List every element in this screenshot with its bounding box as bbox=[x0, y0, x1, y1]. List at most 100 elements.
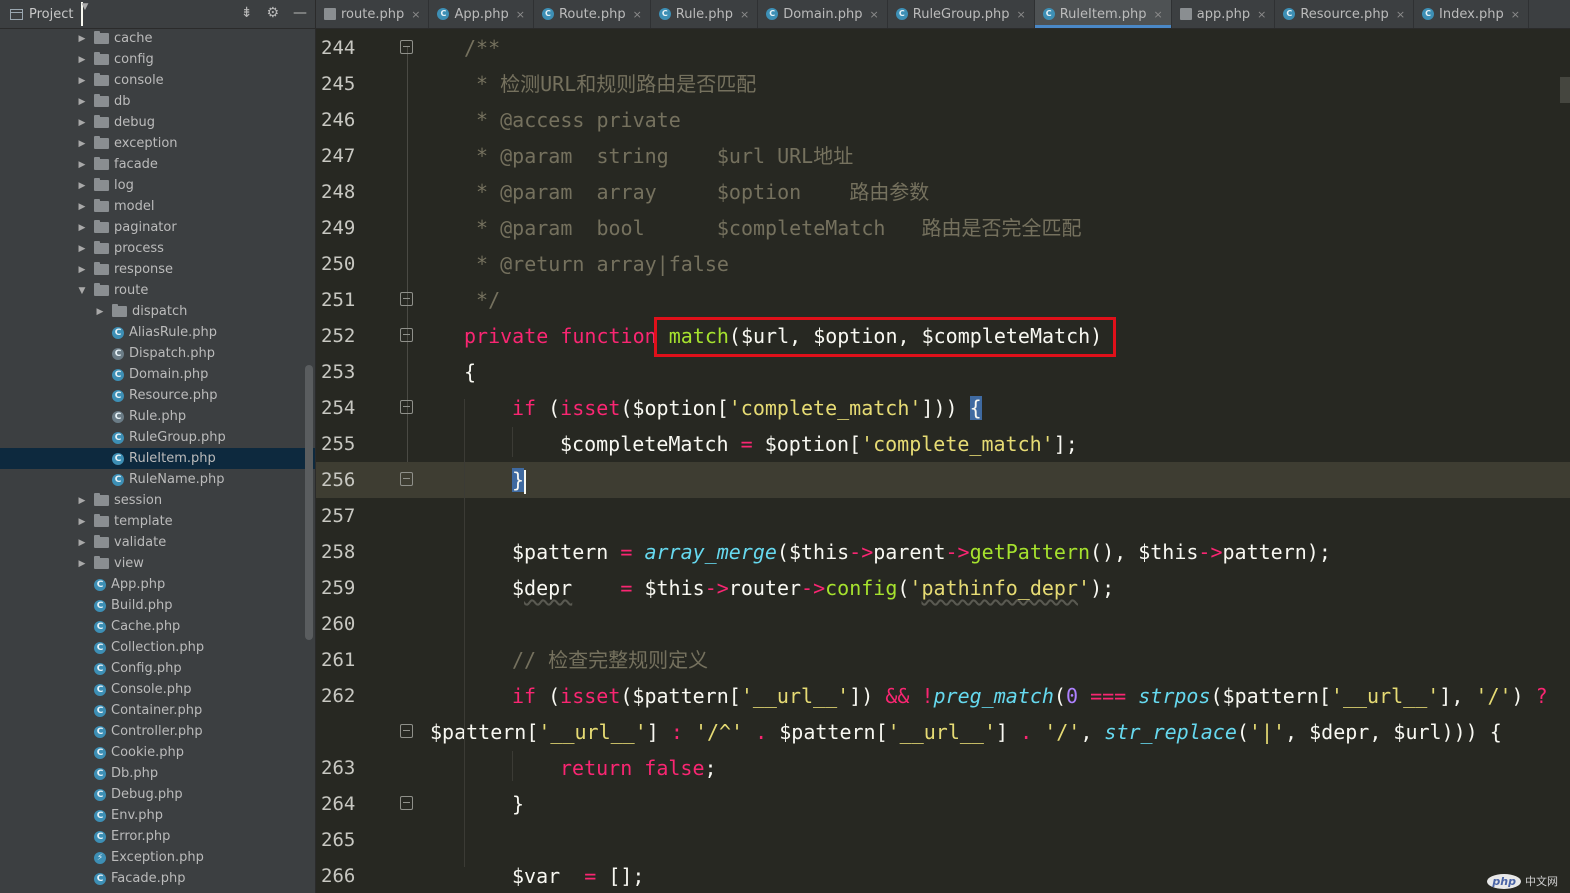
line-number: 245 bbox=[321, 73, 356, 95]
tree-folder[interactable]: ▶ exception bbox=[0, 133, 315, 154]
tab-rulegroup-php[interactable]: C RuleGroup.php × bbox=[888, 0, 1035, 28]
tree-file[interactable]: C Db.php bbox=[0, 763, 315, 784]
tree-folder[interactable]: ▶ log bbox=[0, 175, 315, 196]
tab-route-php[interactable]: C Route.php × bbox=[534, 0, 651, 28]
chevron-right-icon[interactable]: ▶ bbox=[76, 265, 88, 275]
tree-file[interactable]: C Env.php bbox=[0, 805, 315, 826]
fold-marker-icon[interactable] bbox=[400, 724, 413, 738]
tree-folder[interactable]: ▶ paginator bbox=[0, 217, 315, 238]
chevron-right-icon[interactable]: ▶ bbox=[76, 76, 88, 86]
close-icon[interactable]: × bbox=[1017, 8, 1026, 21]
tree-file[interactable]: ⚡ Exception.php bbox=[0, 847, 315, 868]
tree-file[interactable]: C App.php bbox=[0, 574, 315, 595]
chevron-right-icon[interactable]: ▶ bbox=[76, 496, 88, 506]
tab-domain-php[interactable]: C Domain.php × bbox=[758, 0, 888, 28]
tree-file[interactable]: C Dispatch.php bbox=[0, 343, 315, 364]
fold-marker-icon[interactable] bbox=[400, 472, 413, 486]
tree-file[interactable]: C Cookie.php bbox=[0, 742, 315, 763]
tree-file[interactable]: C RuleGroup.php bbox=[0, 427, 315, 448]
fold-marker-icon[interactable] bbox=[400, 292, 413, 306]
tree-file[interactable]: C RuleName.php bbox=[0, 469, 315, 490]
editor-scrollbar[interactable] bbox=[1560, 77, 1570, 103]
tree-file[interactable]: C Config.php bbox=[0, 658, 315, 679]
tree-file[interactable]: C Controller.php bbox=[0, 721, 315, 742]
collapse-all-icon[interactable]: ⇟ bbox=[241, 5, 253, 21]
code-line: 266 $var = []; bbox=[316, 858, 1570, 893]
code-text: $pattern = array_merge($this->parent->ge… bbox=[512, 534, 1331, 570]
code-editor[interactable]: 244/** 245 * 检测URL和规则路由是否匹配 246 * @access … bbox=[316, 29, 1570, 893]
fold-marker-icon[interactable] bbox=[400, 400, 413, 414]
tree-folder[interactable]: ▶ dispatch bbox=[0, 301, 315, 322]
chevron-right-icon[interactable]: ▶ bbox=[94, 307, 106, 317]
tree-file[interactable]: C Console.php bbox=[0, 679, 315, 700]
fold-marker-icon[interactable] bbox=[400, 328, 413, 342]
gear-icon[interactable]: ⚙ bbox=[266, 5, 279, 21]
tab-ruleitem-php[interactable]: C RuleItem.php × bbox=[1034, 0, 1172, 28]
chevron-right-icon[interactable]: ▶ bbox=[76, 160, 88, 170]
close-icon[interactable]: × bbox=[1511, 8, 1520, 21]
tree-file[interactable]: C Facade.php bbox=[0, 868, 315, 889]
code-token: === bbox=[1090, 684, 1127, 708]
fold-marker-icon[interactable] bbox=[400, 796, 413, 810]
close-icon[interactable]: × bbox=[740, 8, 749, 21]
tree-folder[interactable]: ▶ view bbox=[0, 553, 315, 574]
class-icon: C bbox=[766, 8, 779, 20]
tab-resource-php[interactable]: C Resource.php × bbox=[1275, 0, 1415, 28]
tree-folder[interactable]: ▶ db bbox=[0, 91, 315, 112]
close-icon[interactable]: × bbox=[411, 8, 420, 21]
tree-file[interactable]: C Error.php bbox=[0, 826, 315, 847]
tree-file[interactable]: C Build.php bbox=[0, 595, 315, 616]
tree-file[interactable]: C Cache.php bbox=[0, 616, 315, 637]
close-icon[interactable]: × bbox=[1154, 8, 1163, 21]
chevron-down-icon[interactable]: ▼ bbox=[76, 286, 88, 296]
tab-rule-php[interactable]: C Rule.php × bbox=[651, 0, 759, 28]
class-icon: C bbox=[94, 746, 106, 759]
tree-folder[interactable]: ▶ template bbox=[0, 511, 315, 532]
chevron-right-icon[interactable]: ▶ bbox=[76, 223, 88, 233]
tree-file[interactable]: C AliasRule.php bbox=[0, 322, 315, 343]
tree-file[interactable]: C RuleItem.php bbox=[0, 448, 315, 469]
close-icon[interactable]: × bbox=[1257, 8, 1266, 21]
chevron-right-icon[interactable]: ▶ bbox=[76, 34, 88, 44]
tree-folder[interactable]: ▼ route bbox=[0, 280, 315, 301]
tab-app-php[interactable]: app.php × bbox=[1172, 0, 1276, 28]
tree-file[interactable]: C Debug.php bbox=[0, 784, 315, 805]
tree-file[interactable]: C Resource.php bbox=[0, 385, 315, 406]
chevron-right-icon[interactable]: ▶ bbox=[76, 538, 88, 548]
minimize-icon[interactable]: — bbox=[293, 5, 307, 21]
chevron-right-icon[interactable]: ▶ bbox=[76, 244, 88, 254]
tab-route-php[interactable]: route.php × bbox=[316, 0, 430, 28]
tree-folder[interactable]: ▶ console bbox=[0, 70, 315, 91]
tree-folder[interactable]: ▶ session bbox=[0, 490, 315, 511]
tree-folder[interactable]: ▶ model bbox=[0, 196, 315, 217]
tree-folder[interactable]: ▶ facade bbox=[0, 154, 315, 175]
chevron-down-icon[interactable]: ▼ bbox=[81, 2, 88, 26]
chevron-right-icon[interactable]: ▶ bbox=[76, 139, 88, 149]
tree-file[interactable]: C Collection.php bbox=[0, 637, 315, 658]
tree-folder[interactable]: ▶ response bbox=[0, 259, 315, 280]
fold-marker-icon[interactable] bbox=[400, 40, 413, 54]
tree-file[interactable]: C Rule.php bbox=[0, 406, 315, 427]
tree-folder[interactable]: ▶ debug bbox=[0, 112, 315, 133]
close-icon[interactable]: × bbox=[633, 8, 642, 21]
chevron-right-icon[interactable]: ▶ bbox=[76, 55, 88, 65]
close-icon[interactable]: × bbox=[516, 8, 525, 21]
project-header[interactable]: Project ▼ ⇟ ⚙ — bbox=[0, 0, 315, 29]
tree-folder[interactable]: ▶ process bbox=[0, 238, 315, 259]
tab-app-php[interactable]: C App.php × bbox=[429, 0, 534, 28]
tree-file[interactable]: C Domain.php bbox=[0, 364, 315, 385]
tree-folder[interactable]: ▶ config bbox=[0, 49, 315, 70]
chevron-right-icon[interactable]: ▶ bbox=[76, 517, 88, 527]
chevron-right-icon[interactable]: ▶ bbox=[76, 202, 88, 212]
sidebar-scrollbar[interactable] bbox=[305, 365, 313, 640]
chevron-right-icon[interactable]: ▶ bbox=[76, 181, 88, 191]
tree-file[interactable]: C Container.php bbox=[0, 700, 315, 721]
tab-index-php[interactable]: C Index.php × bbox=[1414, 0, 1529, 28]
chevron-right-icon[interactable]: ▶ bbox=[76, 559, 88, 569]
chevron-right-icon[interactable]: ▶ bbox=[76, 118, 88, 128]
chevron-right-icon[interactable]: ▶ bbox=[76, 97, 88, 107]
tree-folder[interactable]: ▶ validate bbox=[0, 532, 315, 553]
tree-folder[interactable]: ▶ cache bbox=[0, 28, 315, 49]
close-icon[interactable]: × bbox=[1396, 8, 1405, 21]
close-icon[interactable]: × bbox=[870, 8, 879, 21]
